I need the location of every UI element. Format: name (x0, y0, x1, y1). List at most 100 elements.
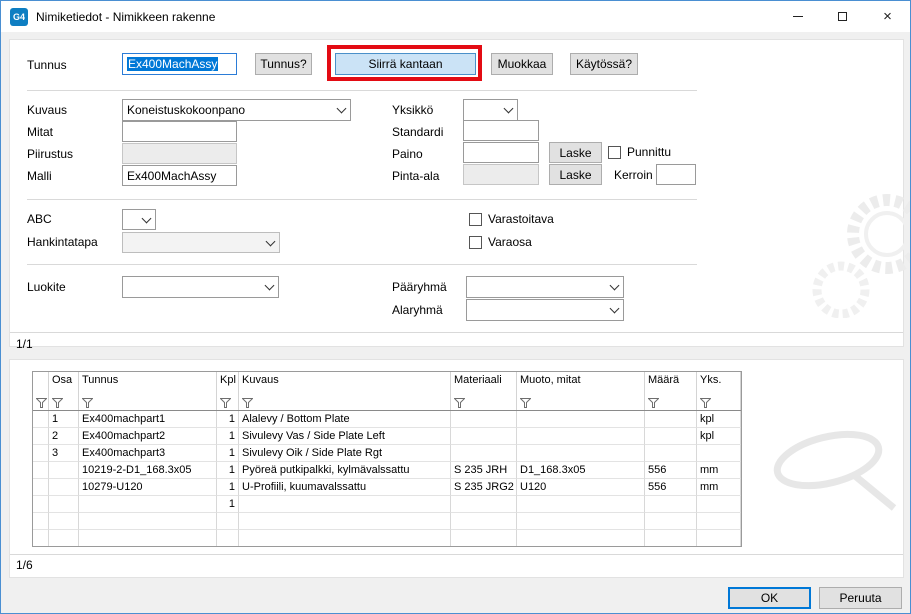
column-header-label: Määrä (648, 374, 679, 386)
table-cell (517, 496, 645, 513)
table-cell (645, 496, 697, 513)
table-row[interactable]: 1 (33, 496, 741, 513)
table-cell: 1 (217, 428, 239, 445)
kuvaus-label: Kuvaus (27, 103, 67, 117)
column-header-label: Tunnus (82, 374, 118, 386)
app-icon-text: G4 (13, 12, 25, 22)
form-page-indicator: 1/1 (16, 337, 33, 351)
table-cell: mm (697, 479, 741, 496)
filter-icon[interactable] (52, 398, 63, 408)
kaytossa-button[interactable]: Käytössä? (570, 53, 638, 75)
laske-paino-button[interactable]: Laske (549, 142, 602, 163)
column-header-osa[interactable]: Osa (49, 372, 79, 410)
table-cell (517, 530, 645, 547)
paino-input[interactable] (463, 142, 539, 163)
muokkaa-button[interactable]: Muokkaa (491, 53, 553, 75)
table-row[interactable] (33, 530, 741, 547)
item-details-panel: Tunnus Ex400MachAssy Tunnus? Siirrä kant… (9, 39, 904, 347)
cancel-button[interactable]: Peruuta (819, 587, 902, 609)
kerroin-input[interactable] (656, 164, 696, 185)
standardi-input[interactable] (463, 120, 539, 141)
paaryhma-value (467, 277, 606, 297)
kuvaus-combobox[interactable]: Koneistuskokoonpano (122, 99, 351, 121)
row-selector-cell[interactable] (33, 445, 49, 462)
row-selector-cell[interactable] (33, 462, 49, 479)
abc-combobox[interactable] (122, 209, 156, 230)
separator (27, 90, 697, 91)
row-selector-cell[interactable] (33, 513, 49, 530)
table-row[interactable] (33, 513, 741, 530)
punnittu-checkbox[interactable]: Punnittu (608, 145, 671, 159)
table-cell: 1 (217, 479, 239, 496)
varaosa-checkbox[interactable]: Varaosa (469, 235, 532, 249)
malli-input[interactable]: Ex400MachAssy (122, 165, 237, 186)
column-header-maara[interactable]: Määrä (645, 372, 697, 410)
row-selector-cell[interactable] (33, 428, 49, 445)
ok-button[interactable]: OK (728, 587, 811, 609)
row-selector-cell[interactable] (33, 479, 49, 496)
table-cell: mm (697, 462, 741, 479)
hankintatapa-combobox[interactable] (122, 232, 280, 253)
filter-icon[interactable] (700, 398, 711, 408)
table-row[interactable]: 3Ex400machpart31Sivulevy Oik / Side Plat… (33, 445, 741, 462)
table-cell (697, 530, 741, 547)
table-cell (49, 513, 79, 530)
table-cell (451, 411, 517, 428)
yksikko-combobox[interactable] (463, 99, 518, 121)
column-header-yks[interactable]: Yks. (697, 372, 741, 410)
laske-pinta-ala-button[interactable]: Laske (549, 164, 602, 185)
table-cell (239, 513, 451, 530)
table-row[interactable]: 10279-U1201U-Profiili, kuumavalssattuS 2… (33, 479, 741, 496)
table-cell (645, 445, 697, 462)
alaryhma-combobox[interactable] (466, 299, 624, 321)
chevron-down-icon (138, 210, 155, 229)
row-selector-cell[interactable] (33, 496, 49, 513)
filter-icon[interactable] (520, 398, 531, 408)
close-button[interactable]: × (865, 1, 910, 32)
table-cell (645, 513, 697, 530)
filter-icon[interactable] (242, 398, 253, 408)
filter-icon[interactable] (82, 398, 93, 408)
tunnus-query-button[interactable]: Tunnus? (255, 53, 312, 75)
table-cell (697, 513, 741, 530)
mitat-label: Mitat (27, 125, 53, 139)
table-cell: 10279-U120 (79, 479, 217, 496)
table-row[interactable]: 1Ex400machpart11Alalevy / Bottom Platekp… (33, 411, 741, 428)
filter-icon[interactable] (454, 398, 465, 408)
table-cell: 1 (217, 411, 239, 428)
table-cell (79, 513, 217, 530)
separator (10, 332, 903, 333)
table-cell: 1 (217, 445, 239, 462)
filter-icon[interactable] (36, 398, 47, 408)
separator (27, 199, 697, 200)
column-header-materiaali[interactable]: Materiaali (451, 372, 517, 410)
column-header-tunnus[interactable]: Tunnus (79, 372, 217, 410)
row-selector-cell[interactable] (33, 530, 49, 547)
minimize-icon (793, 16, 803, 17)
column-header-kpl[interactable]: Kpl (217, 372, 239, 410)
filter-icon[interactable] (648, 398, 659, 408)
mitat-input[interactable] (122, 121, 237, 142)
column-header-muoto-mitat[interactable]: Muoto, mitat (517, 372, 645, 410)
close-icon: × (883, 8, 892, 25)
title-bar: G4 Nimiketiedot - Nimikkeen rakenne × (1, 1, 910, 32)
malli-label: Malli (27, 169, 52, 183)
app-icon: G4 (10, 8, 28, 26)
tunnus-input[interactable]: Ex400MachAssy (122, 53, 237, 75)
row-selector-cell[interactable] (33, 411, 49, 428)
hankintatapa-value (123, 233, 262, 252)
standardi-label: Standardi (392, 125, 443, 139)
luokite-combobox[interactable] (122, 276, 279, 298)
maximize-button[interactable] (820, 1, 865, 32)
varastoitava-checkbox[interactable]: Varastoitava (469, 212, 554, 226)
table-cell (697, 445, 741, 462)
tunnus-input-value: Ex400MachAssy (127, 57, 218, 71)
minimize-button[interactable] (775, 1, 820, 32)
table-row[interactable]: 10219-2-D1_168.3x051Pyöreä putkipalkki, … (33, 462, 741, 479)
column-header-kuvaus[interactable]: Kuvaus (239, 372, 451, 410)
filter-icon[interactable] (220, 398, 231, 408)
paaryhma-combobox[interactable] (466, 276, 624, 298)
maximize-icon (838, 12, 847, 21)
table-row[interactable]: 2Ex400machpart21Sivulevy Vas / Side Plat… (33, 428, 741, 445)
kerroin-label: Kerroin (614, 168, 653, 182)
